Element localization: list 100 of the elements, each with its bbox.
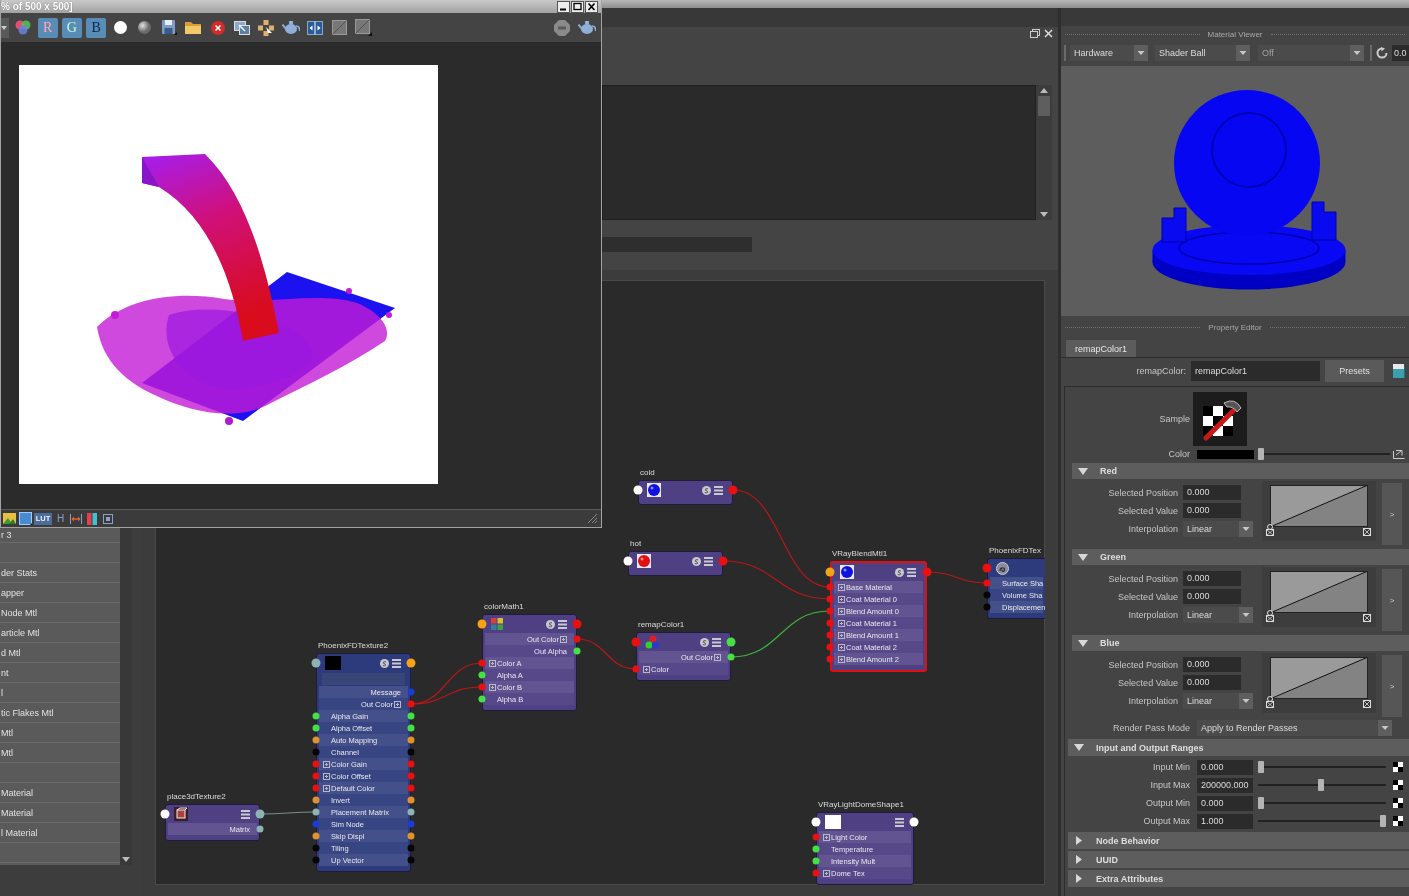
ramp-graph[interactable] <box>1270 571 1368 613</box>
expand-icon[interactable] <box>560 635 567 643</box>
ramp-handle-icon[interactable] <box>1266 696 1274 708</box>
triangle-icon[interactable] <box>1078 467 1088 475</box>
port-icon[interactable] <box>160 809 170 819</box>
value-field[interactable]: 0.000 <box>1183 657 1241 672</box>
shader-node[interactable] <box>638 480 733 505</box>
value-field[interactable]: 0.000 <box>1183 675 1241 690</box>
expand-icon[interactable] <box>838 655 845 663</box>
value-field[interactable]: 0.000 <box>1183 589 1241 604</box>
ramp-handle-icon[interactable] <box>1266 610 1274 622</box>
value-field[interactable]: 0.000 <box>1197 795 1253 811</box>
expand-icon[interactable] <box>394 700 401 708</box>
slider-thumb[interactable] <box>1380 815 1386 827</box>
tab[interactable]: remapColor1 <box>1066 340 1137 357</box>
compare-icon[interactable] <box>354 19 372 36</box>
more-button[interactable]: > <box>1382 569 1402 631</box>
scrollbar[interactable] <box>120 528 132 865</box>
section-header[interactable]: Green <box>1072 549 1409 565</box>
caret-icon[interactable] <box>1134 45 1148 61</box>
list-icon[interactable] <box>895 817 904 827</box>
port-icon[interactable] <box>812 857 820 865</box>
ramp-handle-icon[interactable] <box>1363 700 1371 708</box>
sphere-icon[interactable] <box>138 21 152 34</box>
port-icon[interactable] <box>407 808 415 816</box>
expand-icon[interactable] <box>714 653 721 661</box>
slider-track[interactable] <box>1258 448 1390 460</box>
ramp-graph[interactable] <box>1270 485 1368 527</box>
expand-icon[interactable] <box>838 595 845 603</box>
port-icon[interactable] <box>478 671 486 679</box>
caret-icon[interactable] <box>1236 45 1250 61</box>
port-icon[interactable] <box>255 809 265 819</box>
port-icon[interactable] <box>726 637 736 647</box>
expand-icon[interactable] <box>823 869 830 877</box>
maximize-icon[interactable] <box>571 0 584 13</box>
minimize-icon[interactable] <box>557 0 570 13</box>
port-icon[interactable] <box>477 619 487 629</box>
port-icon[interactable] <box>407 724 415 732</box>
value-field[interactable]: 0.0 <box>1392 45 1409 61</box>
circle-icon[interactable] <box>380 658 389 668</box>
port-icon[interactable] <box>312 796 320 804</box>
port-icon[interactable] <box>407 796 415 804</box>
port-icon[interactable] <box>909 817 919 827</box>
frame-icon[interactable] <box>18 512 32 525</box>
dropdown[interactable]: Shader Ball <box>1155 45 1250 61</box>
expand-icon[interactable] <box>323 772 330 780</box>
scroll-up-icon[interactable] <box>1040 88 1048 93</box>
image-icon[interactable] <box>2 513 16 524</box>
dropdown[interactable]: Linear <box>1183 606 1253 623</box>
circle-icon[interactable] <box>700 637 709 647</box>
slider-thumb[interactable] <box>1258 761 1264 773</box>
filled-circle-icon[interactable] <box>114 21 127 34</box>
circle-icon[interactable] <box>546 619 555 629</box>
cross-blocks-icon[interactable] <box>258 19 275 36</box>
checker-icon[interactable] <box>1393 798 1403 808</box>
triangle-icon[interactable] <box>1076 836 1082 845</box>
port-icon[interactable] <box>825 567 835 577</box>
port-icon[interactable] <box>407 712 415 720</box>
list-icon[interactable] <box>712 637 721 647</box>
screen-arrow-icon[interactable] <box>233 20 250 35</box>
section-header[interactable]: Extra Attributes <box>1068 870 1409 887</box>
port-icon[interactable] <box>623 556 633 566</box>
port-icon[interactable] <box>312 724 320 732</box>
section-header[interactable]: Node Behavior <box>1068 832 1409 849</box>
slider-thumb[interactable] <box>1258 797 1264 809</box>
circle-icon[interactable] <box>702 485 711 495</box>
ramp-handle-icon[interactable] <box>1266 524 1274 536</box>
expand-icon[interactable] <box>323 784 330 792</box>
text-field[interactable] <box>602 237 752 252</box>
port-icon[interactable] <box>312 832 320 840</box>
dropdown[interactable]: Apply to Render Passes <box>1197 720 1392 736</box>
value-field[interactable]: 1.000 <box>1197 813 1253 829</box>
ramp-graph[interactable] <box>1270 657 1368 699</box>
caret-icon[interactable] <box>1239 692 1253 709</box>
triangle-icon[interactable] <box>1074 744 1084 751</box>
dropdown[interactable]: Hardware <box>1070 45 1148 61</box>
value-field[interactable]: 0.000 <box>1197 759 1253 775</box>
triangle-icon[interactable] <box>1078 639 1088 647</box>
port-icon[interactable] <box>633 485 643 495</box>
checker-icon[interactable] <box>1393 816 1403 826</box>
close-icon[interactable] <box>585 0 598 13</box>
caret-icon[interactable] <box>1239 606 1253 623</box>
ramp-handle-icon[interactable] <box>1363 528 1371 536</box>
target-square-icon[interactable] <box>103 513 113 524</box>
port-icon[interactable] <box>811 817 821 827</box>
port-icon[interactable] <box>312 736 320 744</box>
port-icon[interactable] <box>312 712 320 720</box>
presets-button[interactable]: Presets <box>1325 360 1384 382</box>
section-header[interactable]: Input and Output Ranges <box>1068 739 1409 756</box>
resize-grip-icon[interactable] <box>588 514 597 523</box>
list-icon[interactable] <box>558 619 567 629</box>
expand-icon[interactable] <box>823 833 830 841</box>
save-icon[interactable] <box>161 20 177 35</box>
value-field[interactable]: 0.000 <box>1183 485 1241 500</box>
bars-icon[interactable] <box>87 512 97 525</box>
color-swatch-icon[interactable] <box>1197 449 1254 459</box>
circle-icon[interactable] <box>895 567 904 577</box>
folder-icon[interactable] <box>185 21 202 34</box>
triangle-icon[interactable] <box>1076 874 1082 883</box>
expand-icon[interactable] <box>838 583 845 591</box>
